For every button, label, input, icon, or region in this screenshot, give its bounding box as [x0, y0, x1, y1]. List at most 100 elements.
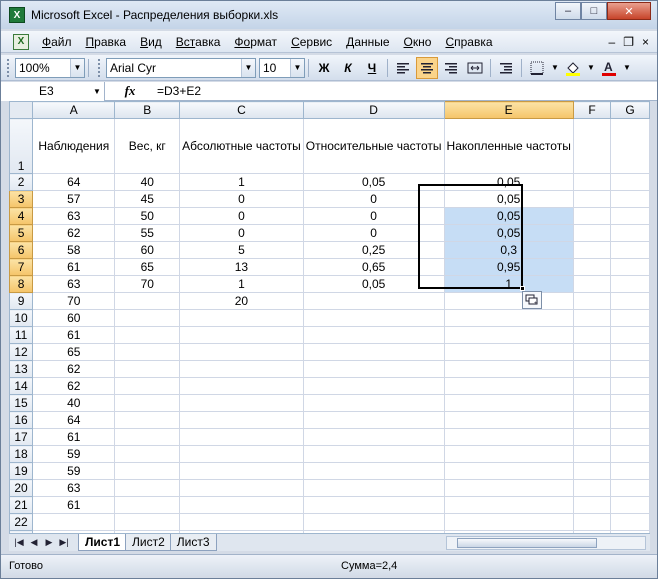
sheet-tab-1[interactable]: Лист1 [78, 534, 128, 551]
cell-c[interactable] [179, 360, 304, 378]
menu-edit[interactable]: Правка [79, 31, 134, 53]
cell-b[interactable] [114, 377, 181, 395]
row-header[interactable]: 20 [9, 479, 34, 497]
cell-a[interactable]: 63 [32, 479, 116, 497]
cell-g[interactable] [610, 292, 650, 310]
cell-c[interactable]: 5 [179, 241, 304, 259]
cell-g[interactable] [610, 513, 650, 531]
cell-g[interactable] [610, 207, 650, 225]
cell-g[interactable] [610, 190, 650, 208]
cell-g[interactable] [610, 258, 650, 276]
cell-g[interactable] [610, 462, 650, 480]
align-right-button[interactable] [440, 57, 462, 79]
cell-c[interactable] [179, 411, 304, 429]
cell-c[interactable] [179, 462, 304, 480]
cell-d[interactable] [302, 513, 445, 531]
cell-a[interactable]: 64 [32, 173, 116, 191]
cell-c[interactable]: 0 [179, 224, 304, 242]
cell-b[interactable]: 60 [114, 241, 181, 259]
cell-b[interactable]: 55 [114, 224, 181, 242]
cell-f[interactable] [572, 360, 612, 378]
row-header[interactable]: 3 [9, 190, 34, 208]
menu-help[interactable]: Справка [438, 31, 499, 53]
cell-e[interactable]: 0,05 [443, 224, 574, 242]
row-header[interactable]: 14 [9, 377, 34, 395]
cell-d[interactable]: 0,25 [302, 241, 445, 259]
cell-g[interactable] [610, 343, 650, 361]
cell-g[interactable] [610, 326, 650, 344]
row-header[interactable]: 9 [9, 292, 34, 310]
menu-tools[interactable]: Сервис [284, 31, 339, 53]
row-header[interactable]: 11 [9, 326, 34, 344]
row-header[interactable]: 6 [9, 241, 34, 259]
row-header[interactable]: 17 [9, 428, 34, 446]
horizontal-scroll-thumb[interactable] [457, 537, 597, 548]
workbook-restore-button[interactable]: ❐ [623, 35, 634, 49]
sheet-tab-2[interactable]: Лист2 [125, 534, 172, 551]
column-header-e[interactable]: E [443, 101, 574, 119]
cell-f[interactable] [572, 462, 612, 480]
cell-a[interactable]: 70 [32, 292, 116, 310]
cell-g[interactable] [610, 224, 650, 242]
cell-b[interactable] [114, 360, 181, 378]
cell-b1[interactable]: Вес, кг [114, 118, 181, 174]
menu-format[interactable]: Формат [227, 31, 284, 53]
fill-color-button[interactable] [562, 57, 584, 79]
cell-c[interactable] [179, 496, 304, 514]
cell-a[interactable]: 40 [32, 394, 116, 412]
chevron-down-icon[interactable]: ▼ [70, 58, 84, 77]
cell-d[interactable]: 0 [302, 224, 445, 242]
cell-g[interactable] [610, 173, 650, 191]
cell-f[interactable] [572, 326, 612, 344]
menu-insert[interactable]: Вставка [169, 31, 228, 53]
cell-e[interactable] [443, 513, 574, 531]
first-sheet-icon[interactable]: |◀ [13, 537, 25, 548]
cell-e[interactable]: 1 [443, 275, 574, 293]
row-header[interactable]: 15 [9, 394, 34, 412]
cell-c[interactable]: 0 [179, 207, 304, 225]
cell-f[interactable] [572, 496, 612, 514]
cell-d[interactable] [302, 411, 445, 429]
cell-e[interactable]: 0,95 [443, 258, 574, 276]
cell-c[interactable] [179, 394, 304, 412]
row-header[interactable]: 21 [9, 496, 34, 514]
cell-a[interactable]: 60 [32, 309, 116, 327]
cell-d[interactable] [302, 377, 445, 395]
row-header[interactable]: 12 [9, 343, 34, 361]
cell-d[interactable] [302, 496, 445, 514]
cell-a[interactable]: 61 [32, 428, 116, 446]
cell-c[interactable]: 13 [179, 258, 304, 276]
cell-b[interactable]: 45 [114, 190, 181, 208]
row-header[interactable]: 10 [9, 309, 34, 327]
cell-e[interactable] [443, 479, 574, 497]
column-header-b[interactable]: B [114, 101, 181, 119]
cell-c[interactable] [179, 445, 304, 463]
cell-a[interactable]: 62 [32, 377, 116, 395]
font-combo[interactable]: Arial Cyr ▼ [106, 57, 256, 78]
cell-b[interactable]: 65 [114, 258, 181, 276]
cell-e[interactable] [443, 309, 574, 327]
excel-app-icon[interactable]: X [9, 7, 25, 23]
cell-c[interactable] [179, 309, 304, 327]
sheet-tab-3[interactable]: Лист3 [169, 534, 217, 551]
cell-d[interactable] [302, 479, 445, 497]
cell-g1[interactable] [610, 118, 650, 174]
cell-e[interactable] [443, 496, 574, 514]
row-header[interactable]: 18 [9, 445, 34, 463]
prev-sheet-icon[interactable]: ◀ [28, 537, 40, 548]
cell-e[interactable] [443, 445, 574, 463]
menu-view[interactable]: Вид [133, 31, 169, 53]
auto-fill-options-button[interactable]: + [522, 291, 542, 309]
cell-b[interactable] [114, 411, 181, 429]
cell-f[interactable] [572, 428, 612, 446]
cell-e[interactable] [443, 360, 574, 378]
cell-g[interactable] [610, 275, 650, 293]
cell-d[interactable]: 0,05 [302, 275, 445, 293]
cell-e[interactable]: 0,05 [443, 173, 574, 191]
close-button[interactable]: ✕ [607, 2, 651, 20]
cell-b[interactable]: 70 [114, 275, 181, 293]
cell-a[interactable]: 61 [32, 496, 116, 514]
cell-g[interactable] [610, 479, 650, 497]
cell-e[interactable] [443, 428, 574, 446]
cell-a[interactable]: 57 [32, 190, 116, 208]
